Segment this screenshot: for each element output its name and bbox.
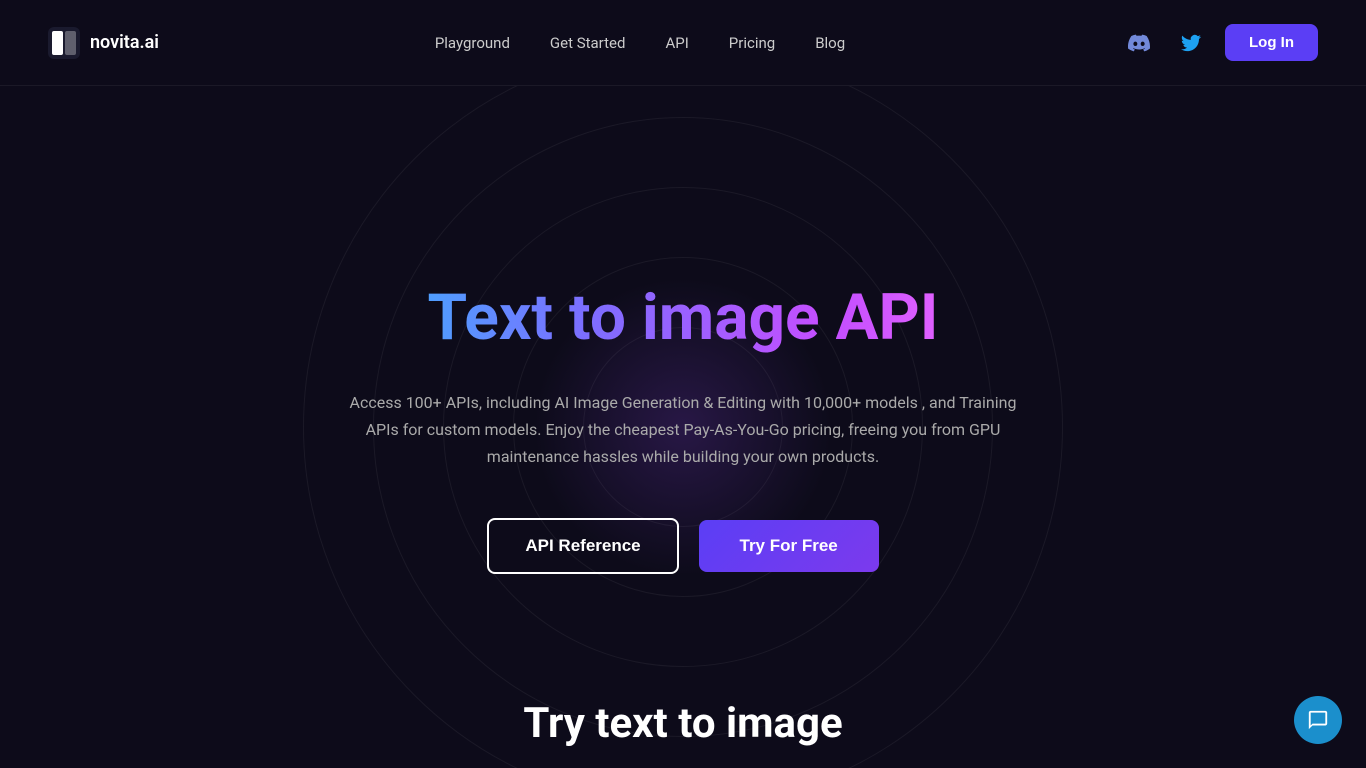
discord-button[interactable]: [1121, 25, 1157, 61]
hero-title: Text to image API: [343, 280, 1023, 357]
bottom-section-title: Try text to image: [0, 699, 1366, 748]
navbar: novita.ai Playground Get Started API Pri…: [0, 0, 1366, 86]
hero-section: Text to image API Access 100+ APIs, incl…: [0, 86, 1366, 768]
hero-description: Access 100+ APIs, including AI Image Gen…: [343, 389, 1023, 471]
nav-playground[interactable]: Playground: [435, 34, 510, 52]
nav-pricing[interactable]: Pricing: [729, 34, 775, 52]
bottom-preview: Try text to image: [0, 699, 1366, 768]
chat-icon: [1307, 709, 1329, 731]
nav-blog[interactable]: Blog: [815, 34, 845, 52]
hero-title-part1: Text to image: [428, 280, 820, 355]
login-button[interactable]: Log In: [1225, 24, 1318, 61]
nav-links: Playground Get Started API Pricing Blog: [435, 34, 845, 52]
twitter-button[interactable]: [1173, 25, 1209, 61]
logo-icon: [48, 27, 80, 59]
discord-icon: [1128, 32, 1150, 54]
try-for-free-button[interactable]: Try For Free: [699, 520, 879, 572]
hero-content: Text to image API Access 100+ APIs, incl…: [303, 280, 1063, 574]
hero-title-part2: API: [836, 280, 939, 355]
nav-get-started[interactable]: Get Started: [550, 34, 626, 52]
hero-buttons: API Reference Try For Free: [343, 518, 1023, 574]
logo[interactable]: novita.ai: [48, 27, 159, 59]
twitter-icon: [1181, 33, 1201, 53]
nav-api[interactable]: API: [665, 34, 688, 52]
chat-widget-button[interactable]: [1294, 696, 1342, 744]
logo-text: novita.ai: [90, 32, 159, 53]
nav-right: Log In: [1121, 24, 1318, 61]
api-reference-button[interactable]: API Reference: [487, 518, 678, 574]
